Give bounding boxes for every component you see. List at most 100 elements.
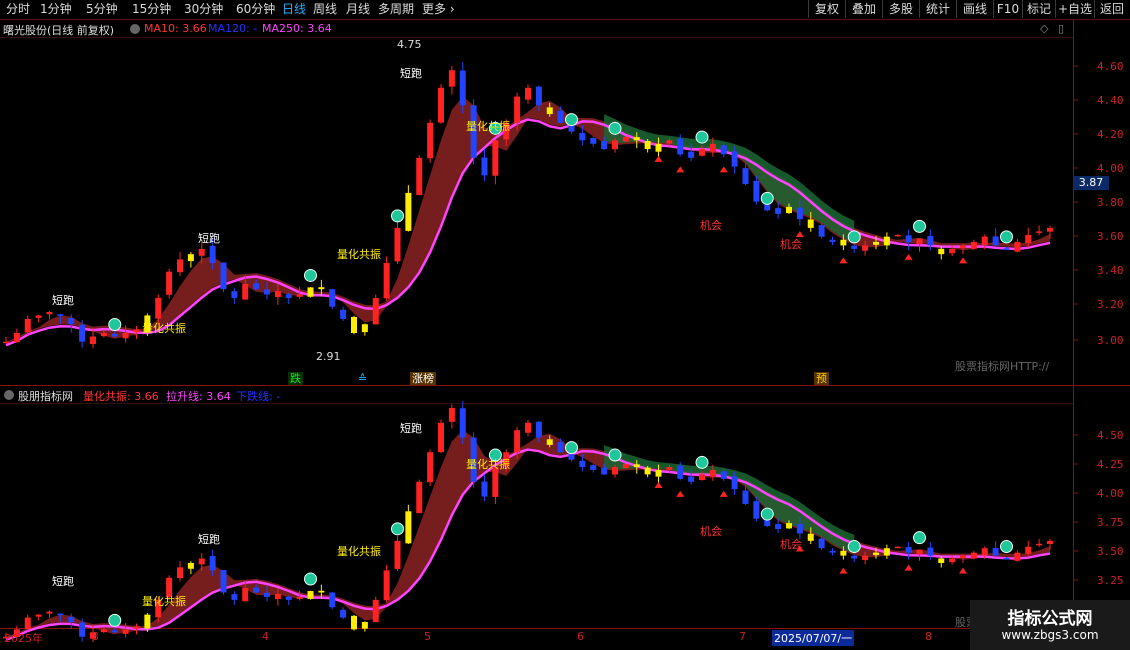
candle-body: [992, 548, 999, 556]
candle-body: [1036, 231, 1043, 233]
candle-body: [709, 469, 716, 477]
candle-body: [873, 552, 879, 556]
candle-body: [133, 626, 140, 629]
candle-body: [720, 145, 727, 155]
candle-body: [383, 570, 390, 601]
x-tick: 4: [262, 630, 269, 643]
candle-body: [492, 140, 499, 176]
candle-body: [481, 481, 488, 497]
y-tick: 4.40: [1097, 94, 1124, 107]
fall-marker: 跌: [288, 372, 303, 385]
indicator-title: 股朋指标网: [18, 390, 73, 403]
candle-body: [177, 259, 183, 273]
candle-body: [949, 558, 956, 563]
candle-body: [416, 157, 423, 196]
y-tick: 4.50: [1097, 429, 1124, 442]
candle-body: [57, 314, 64, 316]
candle-body: [960, 245, 966, 249]
double-arrow-icon: ≙: [358, 372, 368, 385]
candle-body: [557, 110, 564, 123]
candle-body: [949, 248, 956, 254]
signal-badge: [608, 121, 622, 135]
watermark: 股票指标网HTTP://: [955, 360, 1050, 373]
signal-badge: [1000, 540, 1013, 554]
candle-body: [840, 550, 847, 556]
candle-body: [242, 588, 249, 602]
candle-body: [927, 235, 934, 246]
brand-url: www.zbgs3.com: [1001, 628, 1099, 642]
settings-icon[interactable]: [130, 24, 140, 34]
x-tick: 6: [577, 630, 584, 643]
candle-body: [329, 289, 336, 307]
candle-body: [699, 474, 705, 481]
candle-body: [231, 594, 238, 600]
candle-body: [807, 219, 814, 228]
candle-body: [622, 136, 629, 142]
candle-body: [612, 467, 618, 475]
candle-body: [644, 467, 651, 475]
y-tick: 4.00: [1097, 487, 1124, 500]
candle-body: [361, 622, 368, 629]
candle-body: [753, 180, 760, 202]
rise-rank-marker: 涨榜: [410, 372, 436, 385]
candle-body: [699, 149, 705, 156]
candle-body: [372, 599, 379, 623]
candle-body: [1047, 227, 1053, 232]
opportunity-label: 机会: [700, 219, 722, 232]
signal-badge: [391, 522, 404, 536]
signal-badge: [391, 209, 404, 223]
signal-badge: [1000, 230, 1013, 244]
candle-body: [666, 140, 673, 144]
candle-body: [720, 471, 727, 479]
signal-badge: [304, 268, 317, 282]
signal-badge: [108, 317, 122, 331]
signal-badge: [304, 572, 317, 586]
candle-body: [1025, 234, 1032, 244]
diamond-icon[interactable]: ◇: [1040, 22, 1048, 35]
candle-body: [829, 239, 836, 242]
candle-body: [742, 168, 749, 185]
candle-body: [633, 464, 640, 468]
ribbon-main: [6, 96, 1050, 344]
buy-arrow: [676, 490, 685, 497]
candle-body: [883, 548, 890, 556]
candle-body: [133, 329, 140, 333]
opportunity-label: 机会: [780, 238, 802, 251]
candle-body: [1047, 540, 1053, 544]
candle-body: [24, 617, 31, 629]
y-tick: 3.40: [1097, 264, 1124, 277]
ma120-legend: MA120: -: [208, 22, 258, 35]
candle-body: [242, 283, 249, 300]
candle-body: [13, 332, 20, 343]
candle-body: [198, 248, 205, 256]
candle-body: [264, 592, 270, 597]
candle-body: [960, 555, 966, 558]
panel-toggle-icon[interactable]: ▯: [1058, 22, 1064, 35]
x-tick: 2025年: [4, 632, 43, 645]
candle-body: [829, 550, 836, 553]
candle-body: [590, 138, 597, 144]
candle-body: [122, 332, 129, 339]
ribbon-green-main: [604, 114, 855, 244]
settings-icon[interactable]: [4, 390, 14, 400]
signal-badge: [847, 540, 861, 554]
candle-body: [3, 341, 9, 344]
y-tick: 3.80: [1097, 196, 1124, 209]
candle-body: [873, 241, 879, 245]
candle-body: [231, 291, 238, 298]
candle-body: [894, 234, 901, 237]
candle-body: [448, 408, 455, 422]
candle-body: [535, 86, 542, 106]
brand-watermark: 指标公式网 www.zbgs3.com: [970, 600, 1130, 650]
candle-body: [981, 236, 988, 246]
candle-body: [1014, 552, 1021, 561]
candle-body: [394, 227, 401, 262]
candle-body: [100, 629, 107, 633]
resonance-label: 量化共振: [142, 322, 186, 335]
candle-body: [807, 533, 814, 541]
candle-body: [198, 558, 205, 565]
short-run-label: 短跑: [198, 533, 220, 546]
candle-body: [796, 523, 803, 534]
candle-body: [905, 235, 912, 242]
candle-body: [644, 140, 651, 150]
